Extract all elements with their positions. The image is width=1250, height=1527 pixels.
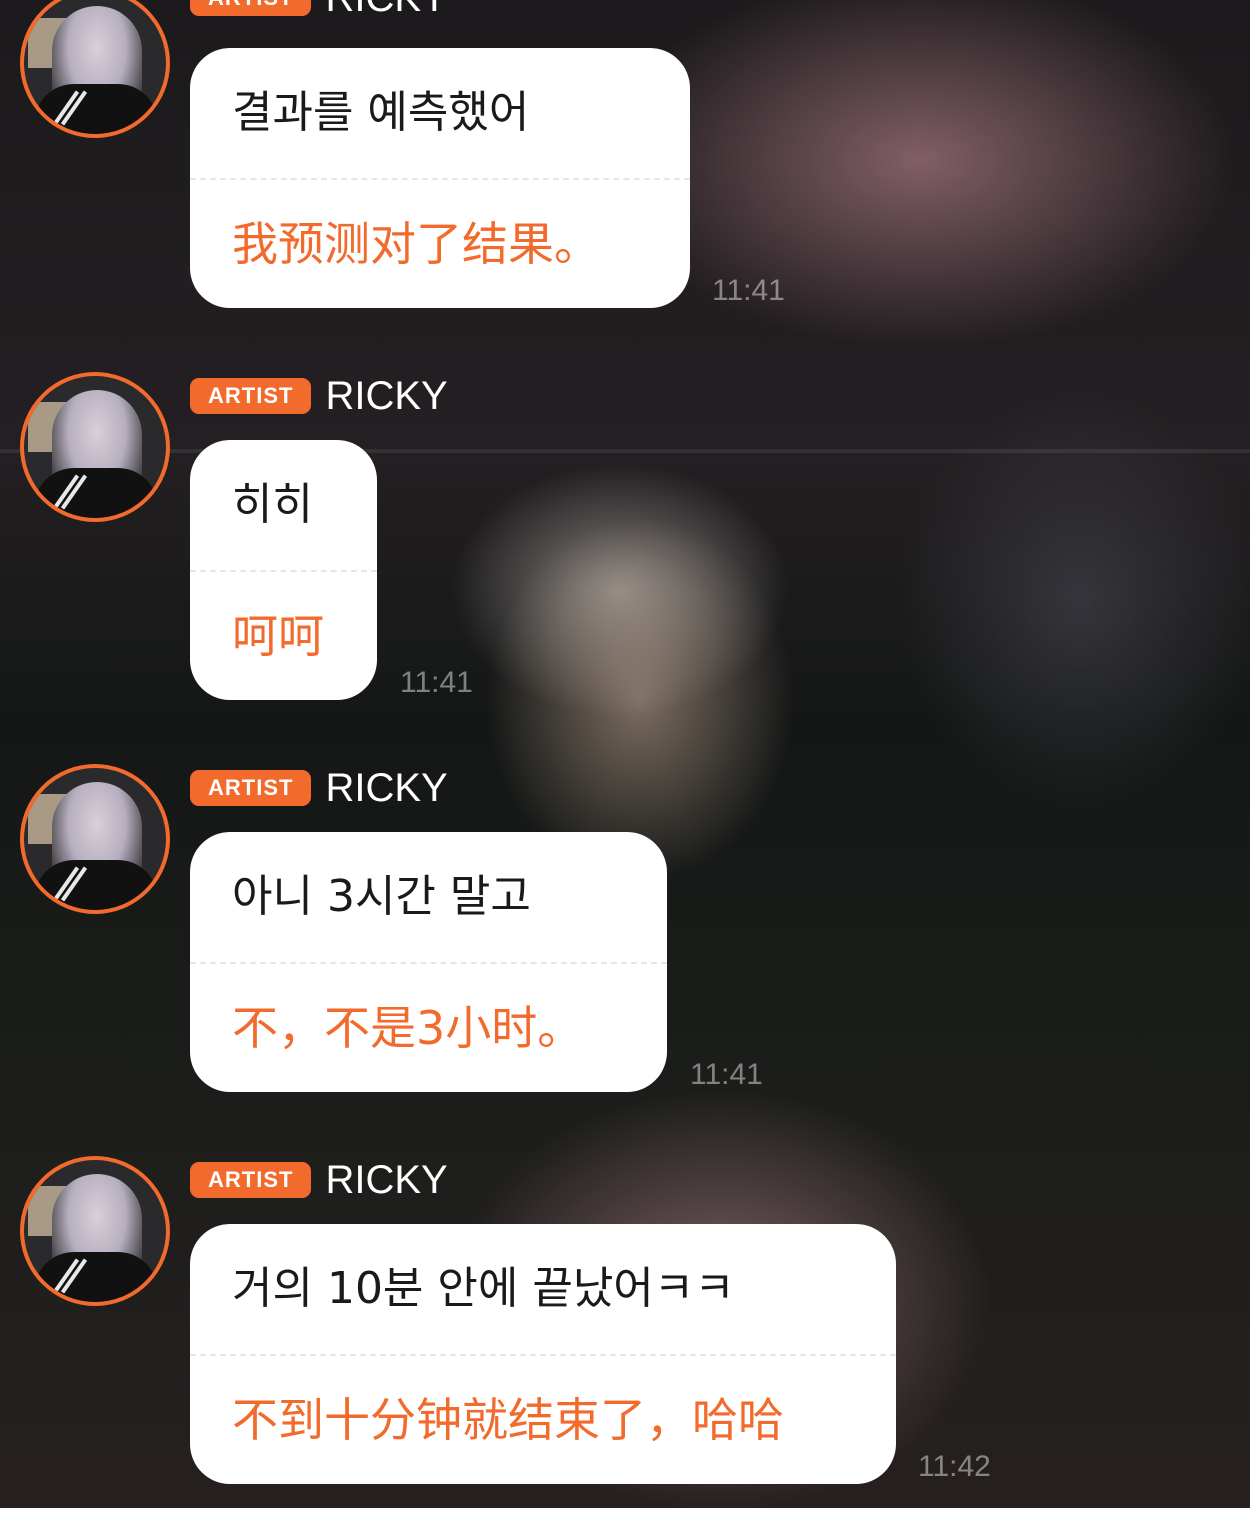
- artist-badge: ARTIST: [190, 770, 312, 806]
- korean-text: 거의 10분 안에 끝났어ㅋㅋ: [232, 1263, 735, 1314]
- message-bubble[interactable]: 아니 3시간 말고 不，不是3小时。: [190, 832, 667, 1092]
- message-header: ARTIST RICKY: [190, 0, 448, 18]
- artist-badge: ARTIST: [190, 0, 312, 16]
- message-header: ARTIST RICKY: [190, 768, 448, 808]
- chinese-translation: 不，不是3小时。: [232, 1001, 584, 1055]
- photo-divider: [0, 449, 1250, 453]
- message-time: 11:41: [400, 666, 473, 699]
- message-time: 11:41: [690, 1058, 763, 1091]
- message-header: ARTIST RICKY: [190, 376, 448, 416]
- sender-name: RICKY: [325, 1158, 448, 1202]
- sender-name: RICKY: [325, 766, 448, 810]
- artist-avatar[interactable]: [20, 1156, 170, 1306]
- artist-avatar[interactable]: [20, 0, 170, 138]
- chinese-translation: 不到十分钟就结束了，哈哈: [232, 1393, 784, 1447]
- message-bubble[interactable]: 결과를 예측했어 我预测对了结果。: [190, 48, 690, 308]
- korean-text: 히히: [232, 479, 313, 530]
- chinese-translation: 我预测对了结果。: [232, 217, 600, 271]
- chinese-translation: 呵呵: [232, 609, 324, 663]
- artist-avatar[interactable]: [20, 372, 170, 522]
- message-time: 11:42: [918, 1450, 991, 1483]
- korean-text: 아니 3시간 말고: [232, 871, 531, 922]
- message-bubble[interactable]: 거의 10분 안에 끝났어ㅋㅋ 不到十分钟就结束了，哈哈: [190, 1224, 896, 1484]
- message-bubble[interactable]: 히히 呵呵: [190, 440, 377, 700]
- sender-name: RICKY: [325, 0, 447, 18]
- artist-avatar[interactable]: [20, 764, 170, 914]
- artist-badge: ARTIST: [190, 1162, 312, 1198]
- korean-text: 결과를 예측했어: [232, 87, 530, 138]
- sender-name: RICKY: [325, 374, 448, 418]
- message-header: ARTIST RICKY: [190, 1160, 448, 1200]
- message-time: 11:41: [712, 274, 785, 307]
- bottom-edge: [0, 1508, 1250, 1527]
- chat-screen: ARTIST RICKY 결과를 예측했어 我预测对了结果。 11:41 ART…: [0, 0, 1250, 1527]
- artist-badge: ARTIST: [190, 378, 312, 414]
